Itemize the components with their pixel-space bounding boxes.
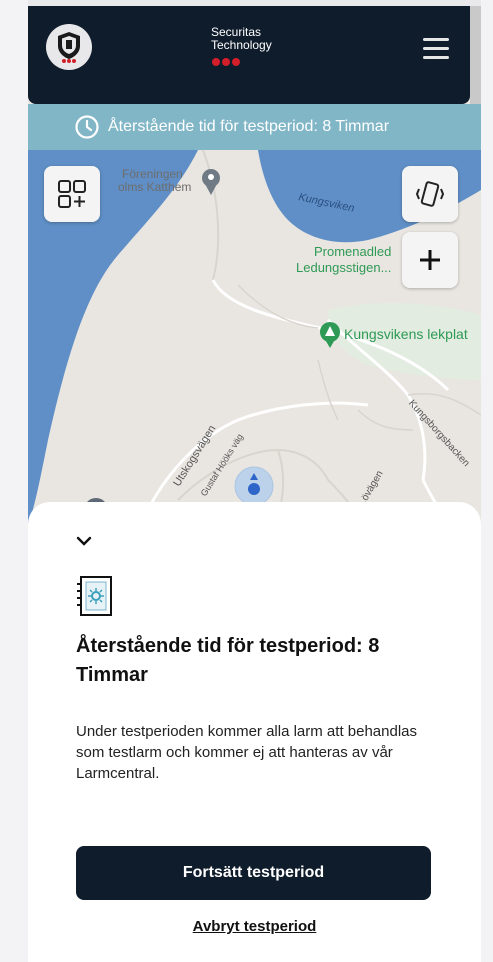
header-edge	[470, 6, 481, 104]
brand-line2: Technology	[211, 38, 272, 52]
device-panel-icon	[77, 576, 112, 616]
sheet-body: Under testperioden kommer alla larm att …	[76, 723, 418, 782]
left-margin	[0, 0, 28, 962]
sheet-title: Återstående tid för testperiod: 8 Timmar	[76, 635, 380, 686]
banner-text: Återstående tid för testperiod: 8 Timmar	[108, 118, 390, 135]
plus-icon	[420, 250, 440, 270]
cancel-testperiod-link[interactable]: Avbryt testperiod	[28, 918, 481, 935]
map-label-lekplats: Kungsvikens lekplat	[344, 326, 468, 342]
map-label-foreningen: Föreningen	[122, 167, 183, 181]
app-header: Securitas Technology	[28, 6, 470, 104]
chevron-down-icon[interactable]	[76, 536, 92, 546]
zoom-in-button[interactable]	[402, 232, 458, 288]
map-label-katthem: olms Katthem	[118, 180, 192, 194]
vibrate-button[interactable]	[402, 166, 458, 222]
hamburger-menu-icon[interactable]	[423, 38, 449, 60]
continue-testperiod-button[interactable]: Fortsätt testperiod	[76, 846, 431, 900]
shield-logo-icon[interactable]	[46, 24, 92, 70]
testperiod-banner[interactable]: Återstående tid för testperiod: 8 Timmar	[28, 104, 481, 150]
bottom-sheet: Återstående tid för testperiod: 8 Timmar…	[28, 502, 481, 962]
app-frame: Föreningen olms Katthem Kungsviken Prome…	[28, 6, 481, 962]
brand-name: Securitas Technology	[211, 26, 272, 52]
map-label-promenad2: Ledungsstigen...	[296, 260, 392, 275]
vibrate-icon	[415, 181, 445, 207]
layout-add-button[interactable]	[44, 166, 100, 222]
brand-dots	[212, 58, 240, 66]
map-label-promenad1: Promenadled	[314, 244, 392, 259]
layout-add-icon	[58, 180, 86, 208]
right-margin	[481, 0, 493, 962]
clock-icon	[75, 115, 99, 139]
